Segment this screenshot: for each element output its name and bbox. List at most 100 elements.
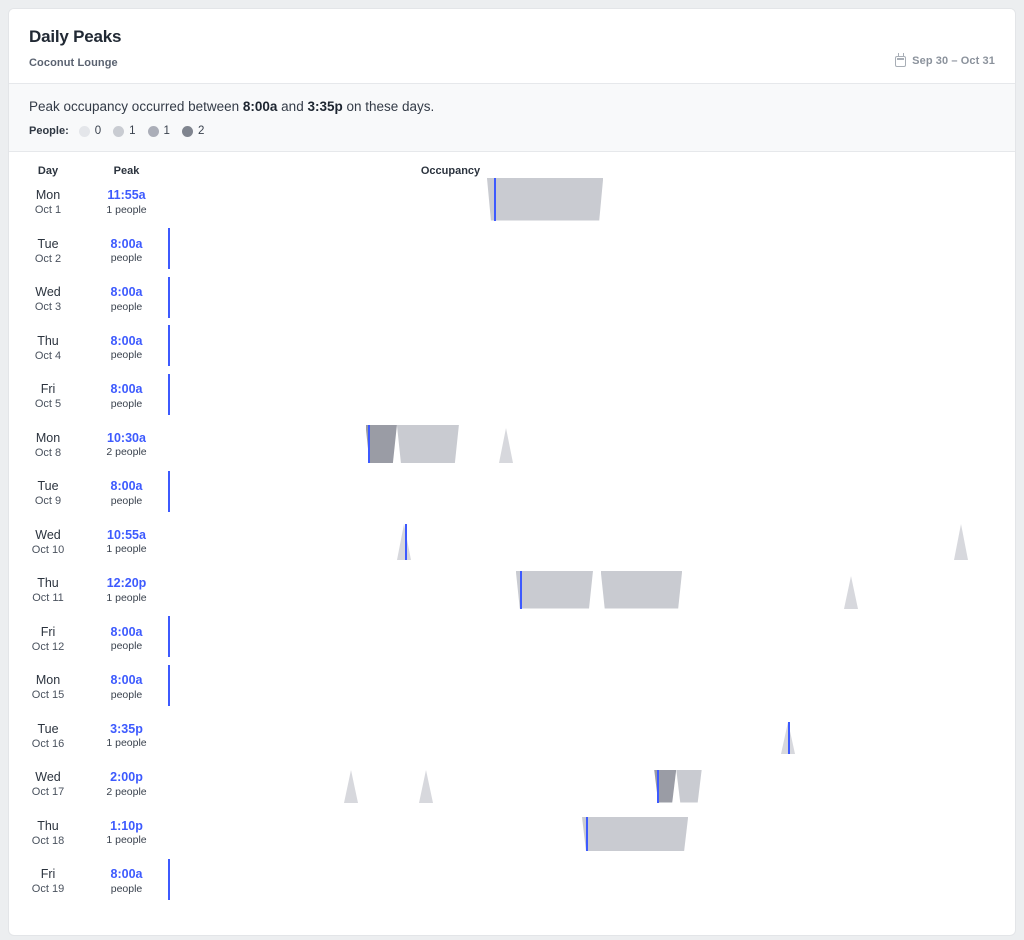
occupancy-track[interactable]: [166, 372, 1015, 421]
peak-marker: [167, 470, 170, 512]
day-date: Oct 12: [31, 640, 65, 653]
location-name: Coconut Lounge: [29, 57, 118, 69]
table-row[interactable]: Fri Oct 12 8:00a people: [9, 615, 1015, 664]
occupancy-track[interactable]: [166, 518, 1015, 567]
table-row[interactable]: Wed Oct 3 8:00a people: [9, 275, 1015, 324]
page-title: Daily Peaks: [29, 27, 122, 46]
peak-count: people: [110, 882, 143, 895]
column-header-occupancy: Occupancy: [420, 165, 481, 177]
cell-day: Tue Oct 16: [9, 721, 87, 751]
occupancy-track[interactable]: [166, 177, 1015, 227]
occupancy-track[interactable]: [166, 663, 1015, 712]
cell-day: Fri Oct 12: [9, 624, 87, 654]
table-row[interactable]: Wed Oct 10 10:55a 1 people: [9, 518, 1015, 567]
peak-time: 8:00a: [110, 236, 143, 251]
occupancy-track[interactable]: [166, 615, 1015, 664]
column-header-peak: Peak: [113, 165, 140, 177]
occupancy-track[interactable]: [166, 857, 1015, 906]
occupancy-track[interactable]: [166, 275, 1015, 324]
table-row[interactable]: Thu Oct 18 1:10p 1 people: [9, 809, 1015, 858]
peak-time: 8:00a: [110, 673, 143, 688]
peak-time: 10:30a: [107, 430, 146, 445]
table-row[interactable]: Mon Oct 1 11:55a 1 people: [9, 177, 1015, 227]
cell-day: Wed Oct 10: [9, 527, 87, 557]
table-row[interactable]: Fri Oct 19 8:00a people: [9, 857, 1015, 906]
calendar-icon: [895, 53, 907, 67]
date-range-picker[interactable]: Sep 30 – Oct 31: [895, 53, 995, 67]
summary-suffix: on these days.: [342, 99, 435, 114]
table-row[interactable]: Thu Oct 4 8:00a people: [9, 324, 1015, 373]
day-of-week: Mon: [35, 430, 61, 445]
cell-day: Tue Oct 2: [9, 236, 87, 266]
table-row[interactable]: Fri Oct 5 8:00a people: [9, 372, 1015, 421]
card-header: Daily Peaks Coconut Lounge Sep 30 – Oct …: [9, 9, 1015, 84]
peak-count: 2 people: [106, 446, 147, 459]
occupancy-block: [397, 425, 459, 463]
summary-middle: and: [277, 99, 308, 114]
table-row[interactable]: Tue Oct 16 3:35p 1 people: [9, 712, 1015, 761]
legend-swatch-icon: [78, 125, 90, 137]
date-range-label: Sep 30 – Oct 31: [912, 55, 995, 67]
table-row[interactable]: Tue Oct 2 8:00a people: [9, 227, 1015, 276]
peak-count: people: [110, 688, 143, 701]
cell-peak: 8:00a people: [87, 381, 166, 411]
peak-marker: [404, 524, 407, 560]
day-date: Oct 18: [31, 834, 65, 847]
occupancy-track[interactable]: [166, 324, 1015, 373]
table-row[interactable]: Tue Oct 9 8:00a people: [9, 469, 1015, 518]
cell-peak: 8:00a people: [87, 866, 166, 896]
cell-peak: 8:00a people: [87, 478, 166, 508]
table-row[interactable]: Mon Oct 8 10:30a 2 people: [9, 421, 1015, 470]
day-of-week: Mon: [35, 673, 61, 688]
peak-count: 1 people: [106, 737, 147, 750]
summary-sentence: Peak occupancy occurred between 8:00a an…: [29, 99, 995, 114]
occupancy-spike: [843, 575, 858, 609]
day-date: Oct 2: [34, 252, 62, 265]
occupancy-track[interactable]: [166, 421, 1015, 470]
occupancy-spike: [498, 428, 513, 463]
peak-marker: [167, 228, 170, 269]
peak-time: 2:00p: [110, 770, 143, 785]
legend-item-1: 1: [113, 125, 136, 137]
occupancy-track[interactable]: [166, 469, 1015, 518]
peak-time: 3:35p: [110, 721, 143, 736]
occupancy-track[interactable]: [166, 712, 1015, 761]
peak-time: 1:10p: [110, 818, 143, 833]
legend-swatch-icon: [113, 125, 125, 137]
table-row[interactable]: Mon Oct 15 8:00a people: [9, 663, 1015, 712]
cell-day: Fri Oct 19: [9, 866, 87, 896]
summary-band: Peak occupancy occurred between 8:00a an…: [9, 84, 1015, 152]
legend-swatch-icon: [181, 125, 193, 137]
cell-peak: 10:55a 1 people: [87, 527, 166, 557]
occupancy-track[interactable]: [166, 566, 1015, 615]
occupancy-track[interactable]: [166, 227, 1015, 276]
occupancy-track[interactable]: [166, 760, 1015, 809]
day-date: Oct 8: [34, 446, 62, 459]
peak-marker: [167, 325, 170, 366]
peak-marker: [167, 858, 170, 900]
peak-count: people: [110, 494, 143, 507]
people-legend: People: 0 1 1 2: [29, 125, 995, 137]
occupancy-block: [487, 178, 603, 221]
occupancy-track[interactable]: [166, 809, 1015, 858]
summary-start-time: 8:00a: [242, 99, 278, 114]
table-row[interactable]: Wed Oct 17 2:00p 2 people: [9, 760, 1015, 809]
cell-peak: 8:00a people: [87, 333, 166, 363]
peak-marker: [586, 817, 589, 851]
peak-time: 8:00a: [110, 382, 143, 397]
peak-count: 1 people: [106, 834, 147, 847]
day-of-week: Fri: [40, 867, 56, 882]
day-of-week: Fri: [40, 624, 56, 639]
day-date: Oct 3: [34, 301, 62, 314]
peak-count: people: [110, 300, 143, 313]
peak-time: 10:55a: [107, 527, 146, 542]
peak-time: 11:55a: [107, 188, 146, 203]
peak-count: people: [110, 397, 143, 410]
cell-day: Wed Oct 17: [9, 769, 87, 799]
occupancy-block: [516, 571, 593, 609]
cell-day: Thu Oct 4: [9, 333, 87, 363]
peak-marker: [167, 664, 170, 706]
table-row[interactable]: Thu Oct 11 12:20p 1 people: [9, 566, 1015, 615]
cell-peak: 11:55a 1 people: [87, 187, 166, 217]
peak-marker: [656, 769, 659, 803]
